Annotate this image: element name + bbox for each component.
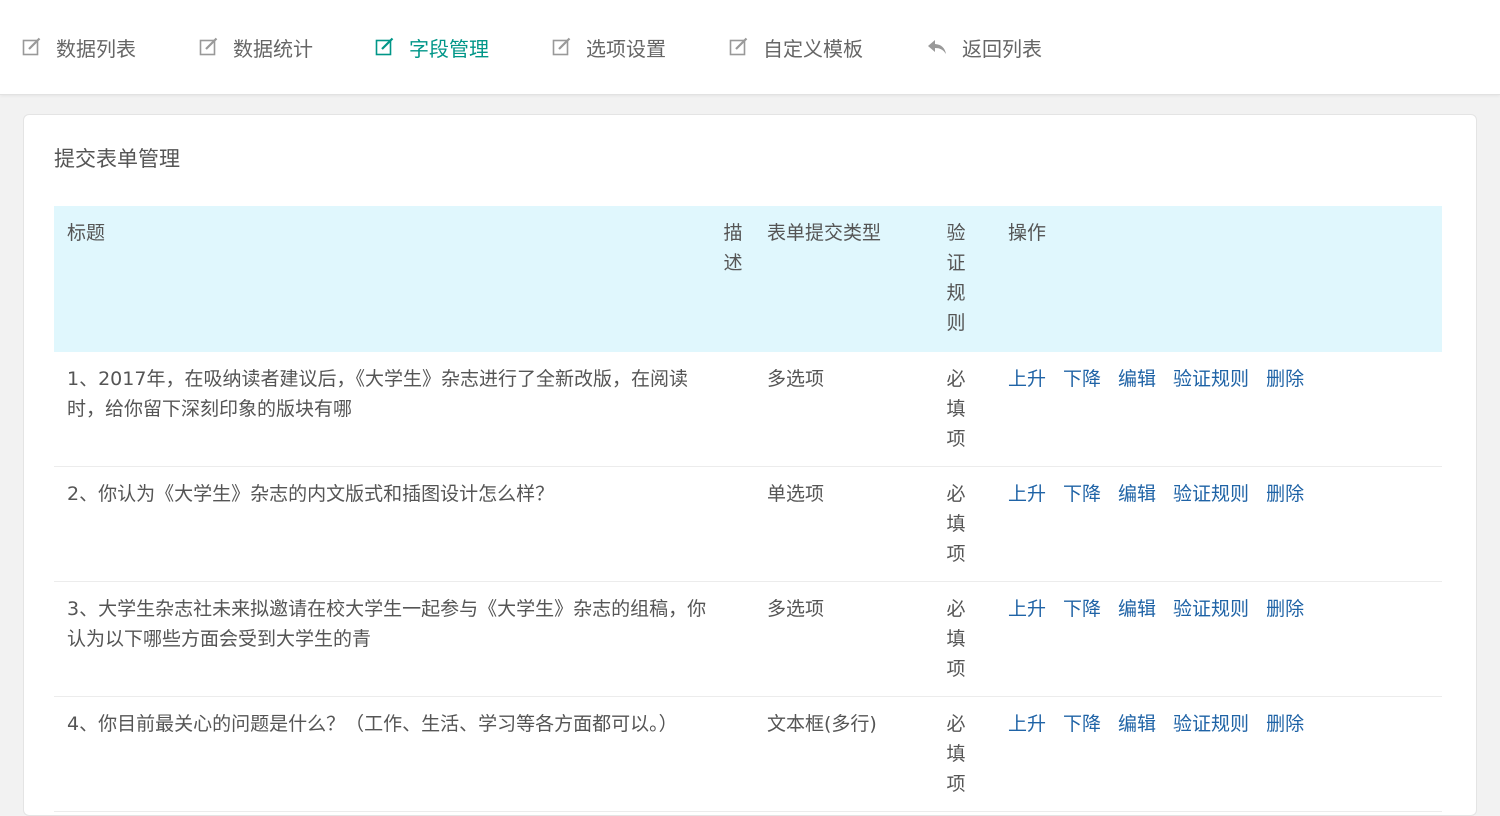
table-header: 标题 描述 表单提交类型 验证规则 操作 xyxy=(54,206,1442,352)
row-rule: 必填项 xyxy=(946,483,966,565)
edit-icon xyxy=(199,37,218,56)
edit-icon xyxy=(22,37,41,56)
edit-link[interactable]: 编辑 xyxy=(1118,368,1156,390)
validation-rule-link[interactable]: 验证规则 xyxy=(1173,483,1249,505)
top-navigation: 数据列表 数据统计 字段管理 选项设置 自定义模板 返回列表 xyxy=(0,0,1500,95)
nav-item-data-list[interactable]: 数据列表 xyxy=(22,30,136,64)
validation-rule-link[interactable]: 验证规则 xyxy=(1173,368,1249,390)
edit-link[interactable]: 编辑 xyxy=(1118,483,1156,505)
nav-item-label: 选项设置 xyxy=(586,36,666,61)
move-up-link[interactable]: 上升 xyxy=(1008,713,1046,735)
move-up-link[interactable]: 上升 xyxy=(1008,483,1046,505)
row-type: 多选项 xyxy=(767,598,825,620)
nav-item-label: 返回列表 xyxy=(962,36,1042,61)
row-actions: 上升 下降 编辑 验证规则 删除 xyxy=(1008,594,1321,624)
column-header-rule: 验证规则 xyxy=(946,222,966,334)
delete-link[interactable]: 删除 xyxy=(1266,713,1304,735)
validation-rule-link[interactable]: 验证规则 xyxy=(1173,713,1249,735)
row-actions: 上升 下降 编辑 验证规则 删除 xyxy=(1008,364,1321,394)
move-down-link[interactable]: 下降 xyxy=(1063,713,1101,735)
edit-link[interactable]: 编辑 xyxy=(1118,713,1156,735)
edit-icon xyxy=(375,37,394,56)
move-down-link[interactable]: 下降 xyxy=(1063,598,1101,620)
nav-item-label: 字段管理 xyxy=(409,36,489,61)
row-title: 3、大学生杂志社未来拟邀请在校大学生一起参与《大学生》杂志的组稿，你认为以下哪些… xyxy=(67,598,707,650)
edit-icon xyxy=(552,37,571,56)
delete-link[interactable]: 删除 xyxy=(1266,598,1304,620)
row-title: 1、2017年，在吸纳读者建议后，《大学生》杂志进行了全新改版，在阅读时，给你留… xyxy=(67,368,688,420)
nav-item-option-settings[interactable]: 选项设置 xyxy=(552,30,666,64)
delete-link[interactable]: 删除 xyxy=(1266,368,1304,390)
row-title: 4、你目前最关心的问题是什么？（工作、生活、学习等各方面都可以。） xyxy=(67,713,678,735)
nav-item-label: 自定义模板 xyxy=(763,36,863,61)
edit-link[interactable]: 编辑 xyxy=(1118,598,1156,620)
column-header-type: 表单提交类型 xyxy=(767,222,882,244)
column-header-title: 标题 xyxy=(67,222,106,244)
move-up-link[interactable]: 上升 xyxy=(1008,368,1046,390)
delete-link[interactable]: 删除 xyxy=(1266,483,1304,505)
row-type: 文本框(多行) xyxy=(767,713,877,735)
panel-title: 提交表单管理 xyxy=(54,147,180,171)
row-actions: 上升 下降 编辑 验证规则 删除 xyxy=(1008,709,1321,739)
nav-item-label: 数据列表 xyxy=(56,36,136,61)
nav-item-data-stats[interactable]: 数据统计 xyxy=(199,30,313,64)
row-rule: 必填项 xyxy=(946,713,966,795)
column-header-desc: 描述 xyxy=(723,222,743,274)
column-header-actions: 操作 xyxy=(1008,222,1047,244)
nav-item-back-to-list[interactable]: 返回列表 xyxy=(926,30,1042,64)
table-row: 2、你认为《大学生》杂志的内文版式和插图设计怎么样？ 单选项 必填项 上升 下降编… xyxy=(54,467,1442,582)
nav-item-custom-template[interactable]: 自定义模板 xyxy=(729,30,863,64)
row-actions: 上升 下降 编辑 验证规则 删除 xyxy=(1008,479,1321,509)
form-management-panel: 提交表单管理 标题 描述 表单提交类型 验证规则 操作 1、2017年，在吸纳读… xyxy=(23,114,1477,816)
move-up-link[interactable]: 上升 xyxy=(1008,598,1046,620)
table-row: 1、2017年，在吸纳读者建议后，《大学生》杂志进行了全新改版，在阅读时，给你留… xyxy=(54,352,1442,467)
nav-item-label: 数据统计 xyxy=(233,36,313,61)
row-type: 多选项 xyxy=(767,368,825,390)
nav-item-field-management[interactable]: 字段管理 xyxy=(375,30,489,64)
move-down-link[interactable]: 下降 xyxy=(1063,368,1101,390)
row-title: 2、你认为《大学生》杂志的内文版式和插图设计怎么样？ xyxy=(67,483,555,505)
move-down-link[interactable]: 下降 xyxy=(1063,483,1101,505)
row-rule: 必填项 xyxy=(946,598,966,680)
reply-icon xyxy=(928,40,946,54)
row-type: 单选项 xyxy=(767,483,825,505)
table-row: 3、大学生杂志社未来拟邀请在校大学生一起参与《大学生》杂志的组稿，你认为以下哪些… xyxy=(54,582,1442,697)
edit-icon xyxy=(729,37,748,56)
row-rule: 必填项 xyxy=(946,368,966,450)
table-row: 4、你目前最关心的问题是什么？（工作、生活、学习等各方面都可以。） 文本框(多行… xyxy=(54,697,1442,812)
validation-rule-link[interactable]: 验证规则 xyxy=(1173,598,1249,620)
